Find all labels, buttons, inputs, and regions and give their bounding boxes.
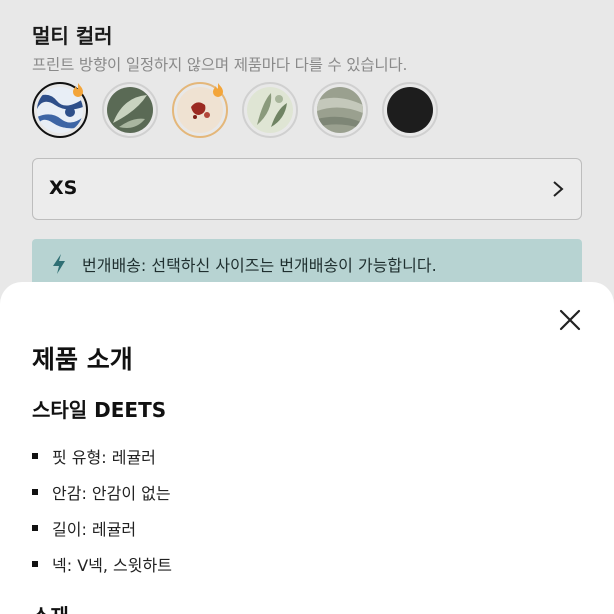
list-item: 핏 유형: 레귤러 (32, 438, 172, 474)
product-info-sheet: 제품 소개 스타일 DEETS 핏 유형: 레귤러 안감: 안감이 없는 길이:… (0, 282, 614, 614)
size-value: XS (49, 177, 78, 199)
chevron-right-icon (553, 181, 564, 197)
list-item: 안감: 안감이 없는 (32, 474, 172, 510)
list-item: 넥: V넥, 스윗하트 (32, 546, 172, 582)
color-section-subtitle: 프린트 방향이 일정하지 않으며 제품마다 다를 수 있습니다. (32, 56, 408, 74)
swatch-image (247, 87, 293, 133)
close-icon[interactable] (558, 308, 582, 332)
list-item: 길이: 레귤러 (32, 510, 172, 546)
style-heading: 스타일 DEETS (32, 398, 167, 422)
spec-text: 안감: 안감이 없는 (52, 484, 171, 503)
bullet-icon (32, 453, 38, 459)
swatch-image (107, 87, 153, 133)
swatch-cream-red-print[interactable] (172, 82, 228, 138)
swatch-grey-marble-print[interactable] (312, 82, 368, 138)
bullet-icon (32, 489, 38, 495)
bullet-icon (32, 525, 38, 531)
spec-text: 넥: V넥, 스윗하트 (52, 556, 172, 575)
color-section-title: 멀티 컬러 (32, 24, 113, 48)
swatch-solid-black[interactable] (382, 82, 438, 138)
bullet-icon (32, 561, 38, 567)
swatch-image (387, 87, 433, 133)
shipping-notice-text: 번개배송: 선택하신 사이즈는 번개배송이 가능합니다. (82, 256, 437, 275)
lightning-icon (53, 254, 65, 274)
spec-list: 핏 유형: 레귤러 안감: 안감이 없는 길이: 레귤러 넥: V넥, 스윗하트 (32, 438, 172, 582)
color-swatch-list (32, 82, 438, 138)
swatch-green-leaf-print[interactable] (102, 82, 158, 138)
swatch-sage-floral-print[interactable] (242, 82, 298, 138)
swatch-blue-white-print[interactable] (32, 82, 88, 138)
sheet-title: 제품 소개 (32, 345, 133, 374)
spec-text: 핏 유형: 레귤러 (52, 448, 156, 467)
material-heading: 소재 (32, 600, 69, 614)
size-selector[interactable]: XS (32, 158, 582, 220)
spec-text: 길이: 레귤러 (52, 520, 137, 539)
flame-icon (73, 83, 83, 97)
swatch-image (317, 87, 363, 133)
flame-icon (213, 83, 223, 97)
